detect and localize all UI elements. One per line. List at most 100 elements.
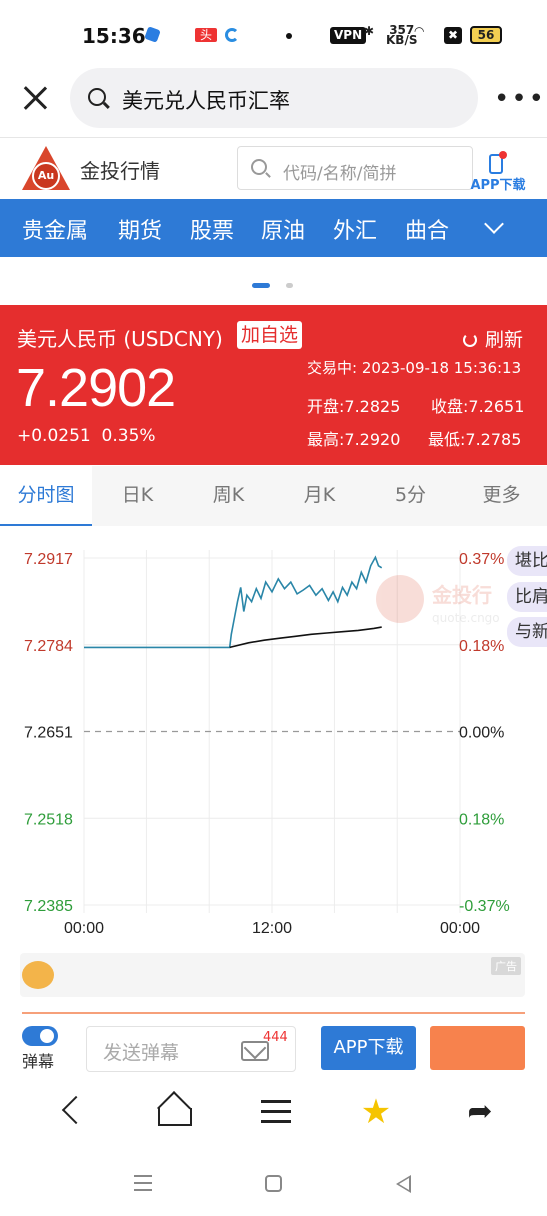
no-sim-icon: ✖ [444, 27, 462, 44]
speaker-icon [22, 961, 54, 989]
prev-close-value: 7.2651 [468, 397, 525, 416]
x-tick-label: 00:00 [440, 920, 480, 937]
category-nav: 贵金属 期货 股票 原油 外汇 曲合 [0, 199, 547, 257]
network-speed: 357 KB/S [386, 24, 418, 47]
ad-label: 广告 [491, 957, 521, 975]
danmaku-tag[interactable]: 比肩 [507, 582, 547, 612]
x-tick-label: 12:00 [252, 920, 292, 937]
watermark-title: 金投行 [432, 583, 492, 607]
change-value: +0.0251 [17, 426, 91, 446]
watermark-logo [376, 575, 424, 623]
add-favorite-button[interactable]: 加自选 [237, 321, 303, 349]
close-icon[interactable] [22, 85, 48, 111]
danmaku-bar: 弹幕 发送弹幕 444 APP下载 [0, 1016, 547, 1082]
chart-watermark: 金投行 quote.cngo [376, 575, 516, 645]
refresh-button[interactable]: 刷新 [463, 325, 523, 352]
chart-tabs: 分时图 日K 周K 月K 5分 更多 [0, 466, 547, 526]
status-bar: 15:36 头条 VPN ✱ 357 KB/S ◠ ✖ 56 [0, 0, 547, 70]
favorite-star-icon[interactable]: ★ [356, 1092, 396, 1132]
low-price: 最低:7.2785 [428, 426, 521, 450]
tab-intraday[interactable]: 分时图 [0, 466, 92, 526]
low-value: 7.2785 [465, 430, 522, 449]
orange-action-button[interactable] [430, 1026, 525, 1070]
home-icon[interactable] [153, 1092, 193, 1132]
change-percent: 0.35% [101, 426, 156, 446]
system-home-icon[interactable] [265, 1175, 282, 1192]
y-tick-label-left: 7.2518 [24, 811, 73, 828]
tab-weekly-k[interactable]: 周K [183, 466, 274, 526]
carousel-dot-active[interactable] [252, 283, 270, 288]
tab-monthly-k[interactable]: 月K [274, 466, 365, 526]
x-tick-label: 00:00 [64, 920, 104, 937]
nav-item-stocks[interactable]: 股票 [190, 213, 234, 245]
app-download-button[interactable]: APP下载 [469, 151, 527, 193]
nav-item-crude-oil[interactable]: 原油 [261, 213, 305, 245]
danmaku-toggle[interactable] [22, 1026, 58, 1046]
sync-notification-icon [225, 28, 239, 42]
nav-item-forex[interactable]: 外汇 [333, 213, 377, 245]
y-tick-label-left: 7.2385 [24, 898, 73, 915]
wifi-icon: ◠ [414, 24, 425, 38]
menu-icon[interactable] [257, 1092, 297, 1132]
y-tick-label-left: 7.2651 [24, 725, 73, 742]
refresh-label: 刷新 [485, 329, 524, 351]
y-tick-label-right: 0.37% [459, 551, 504, 568]
high-price: 最高:7.2920 [307, 426, 400, 450]
open-value: 7.2825 [344, 397, 401, 416]
bluetooth-icon: ✱ [364, 24, 375, 38]
network-speed-unit: KB/S [386, 33, 418, 47]
watermark-url: quote.cngo [432, 611, 500, 625]
nav-item-more-category[interactable]: 曲合 [405, 213, 449, 245]
site-search-input[interactable]: 代码/名称/简拼 [237, 146, 473, 190]
site-logo[interactable]: Au [22, 146, 70, 194]
search-query[interactable]: 美元兑人民币汇率 [122, 85, 290, 115]
ad-banner[interactable]: 广告 [20, 953, 525, 997]
prev-close-price: 收盘:7.2651 [431, 393, 524, 417]
site-name[interactable]: 金投行情 [80, 155, 160, 184]
share-icon[interactable]: ➦ [460, 1092, 500, 1132]
refresh-icon [463, 333, 477, 347]
search-box[interactable]: 美元兑人民币汇率 [70, 68, 478, 128]
y-tick-label-right: 0.00% [459, 725, 504, 742]
more-options-icon[interactable]: ••• [494, 86, 546, 112]
back-icon[interactable] [50, 1092, 90, 1132]
open-price: 开盘:7.2825 [307, 393, 400, 417]
danmaku-toggle-label: 弹幕 [22, 1052, 55, 1071]
danmaku-placeholder: 发送弹幕 [103, 1042, 180, 1064]
message-count: 444 [263, 1030, 288, 1045]
chevron-down-icon[interactable] [484, 214, 504, 234]
y-tick-label-right: -0.37% [459, 898, 510, 915]
current-price: 7.2902 [16, 358, 176, 418]
price-change: +0.0251 0.35% [17, 426, 156, 446]
system-navigation [0, 1160, 547, 1210]
notification-dot [499, 151, 507, 159]
tab-5min[interactable]: 5分 [365, 466, 456, 526]
site-header: Au 金投行情 代码/名称/简拼 APP下载 [0, 138, 547, 198]
nav-item-precious-metals[interactable]: 贵金属 [22, 213, 88, 245]
browser-search-header: 美元兑人民币汇率 ••• [0, 66, 547, 132]
tab-more[interactable]: 更多 [456, 466, 547, 526]
logo-au-badge: Au [32, 162, 60, 190]
danmaku-input[interactable]: 发送弹幕 444 [86, 1026, 296, 1072]
vpn-icon: VPN [330, 27, 367, 44]
search-icon [251, 159, 267, 175]
toutiao-notification-icon: 头条 [195, 28, 217, 56]
prev-close-label: 收盘: [431, 397, 469, 416]
trading-status: 交易中: 2023-09-18 15:36:13 [307, 359, 522, 377]
search-icon [88, 88, 106, 106]
tab-daily-k[interactable]: 日K [92, 466, 183, 526]
nav-item-futures[interactable]: 期货 [118, 213, 162, 245]
more-notifications-dot [286, 33, 292, 39]
y-tick-label-left: 7.2917 [24, 551, 73, 568]
instrument-name: 美元人民币 (USDCNY) [17, 327, 223, 351]
danmaku-tag[interactable]: 堪比 [507, 546, 547, 576]
system-back-icon[interactable] [396, 1175, 411, 1193]
danmaku-tag[interactable]: 与新 [507, 617, 547, 647]
open-label: 开盘: [307, 397, 345, 416]
battery-icon: 56 [470, 26, 502, 44]
section-divider [22, 1012, 525, 1014]
app-download-label: APP下载 [470, 178, 526, 193]
app-download-button[interactable]: APP下载 [321, 1026, 416, 1070]
carousel-dot[interactable] [286, 283, 293, 288]
high-label: 最高: [307, 430, 345, 449]
